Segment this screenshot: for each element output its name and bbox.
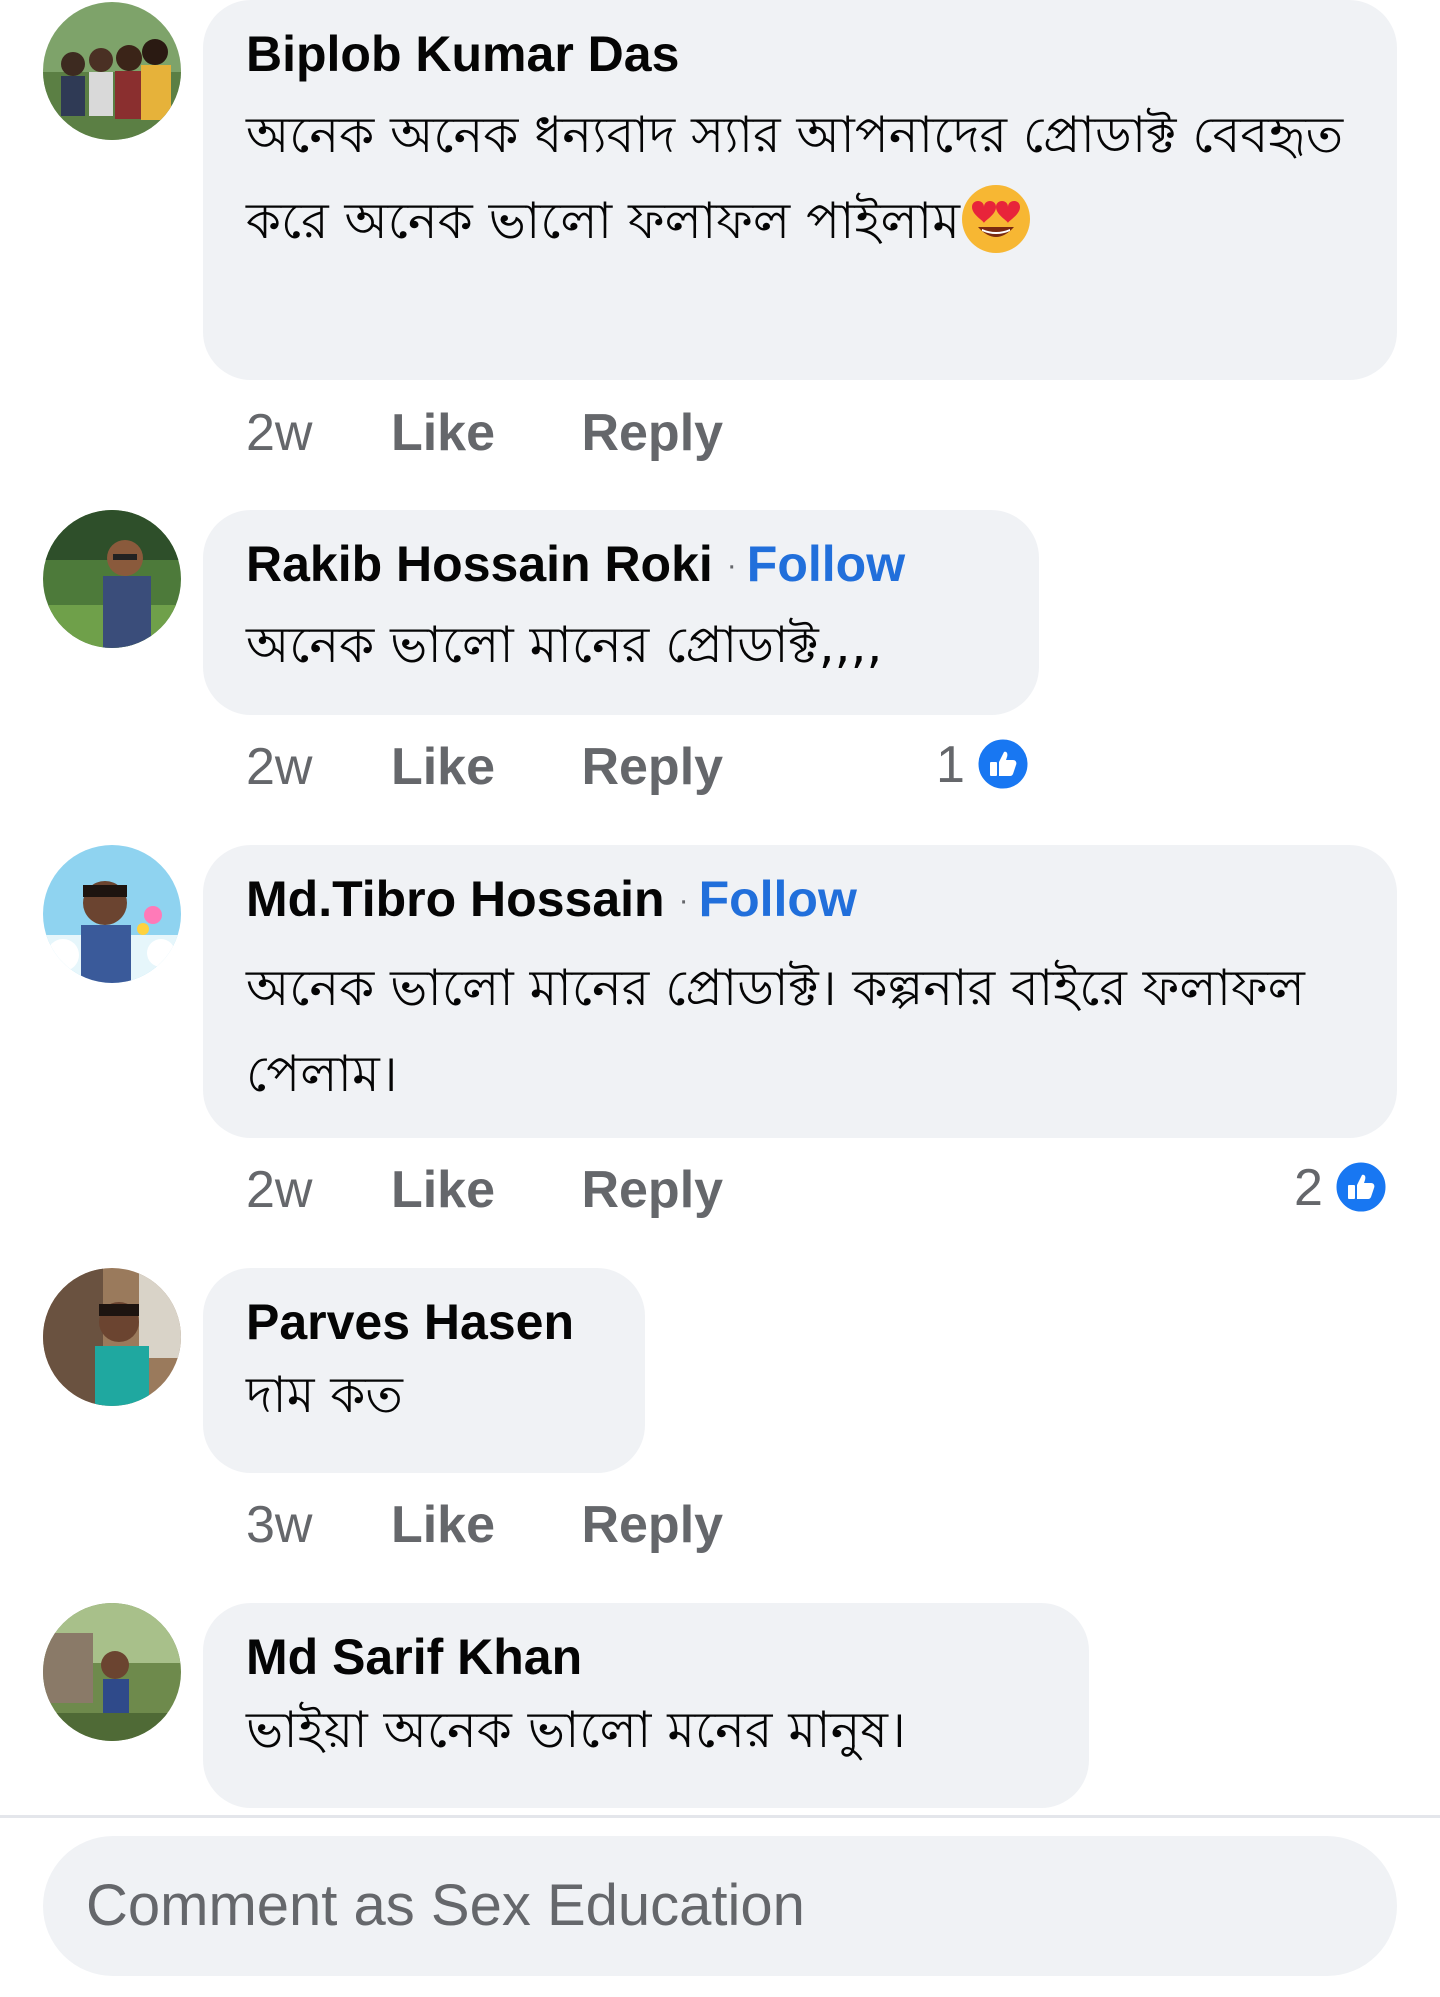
like-button[interactable]: Like [391, 738, 495, 796]
author-line: Rakib Hossain Roki · Follow [246, 532, 997, 604]
comment-text-body: অনেক ভালো মানের প্রোডাক্ট। কল্পনার বাইরে… [246, 959, 1305, 1103]
comment-text: অনেক ভালো মানের প্রোডাক্ট,,,, [246, 610, 997, 680]
comment-text: অনেক ভালো মানের প্রোডাক্ট। কল্পনার বাইরে… [246, 945, 1355, 1117]
timestamp[interactable]: 2w [246, 404, 312, 462]
comment-text: ভাইয়া অনেক ভালো মনের মানুষ। [246, 1695, 1047, 1765]
reply-button[interactable]: Reply [581, 738, 723, 796]
like-button[interactable]: Like [391, 404, 495, 462]
comment-bubble: Biplob Kumar Das অনেক অনেক ধন্যবাদ স্যার… [203, 0, 1397, 380]
like-reaction-icon [1333, 1159, 1389, 1215]
composer-divider [0, 1815, 1440, 1818]
avatar[interactable] [43, 1603, 181, 1741]
author-name[interactable]: Rakib Hossain Roki [246, 536, 713, 592]
reaction-summary[interactable]: 1 [936, 730, 1031, 800]
comment-actions: 2w Like Reply [246, 1155, 723, 1225]
author-name[interactable]: Biplob Kumar Das [246, 26, 679, 82]
author-name[interactable]: Md.Tibro Hossain [246, 871, 665, 927]
reaction-count: 2 [1294, 1159, 1323, 1217]
follow-button[interactable]: Follow [747, 536, 905, 592]
reaction-count: 1 [936, 736, 965, 794]
reaction-summary[interactable]: 2 [1294, 1153, 1389, 1223]
comment-text: দাম কত [246, 1360, 603, 1430]
author-line: Md Sarif Khan [246, 1625, 1047, 1689]
comment-bubble: Md Sarif Khan ভাইয়া অনেক ভালো মনের মানু… [203, 1603, 1089, 1808]
reply-button[interactable]: Reply [581, 1496, 723, 1554]
reply-button[interactable]: Reply [581, 404, 723, 462]
comment-bubble: Rakib Hossain Roki · Follow অনেক ভালো মানে… [203, 510, 1039, 715]
comment-text: অনেক অনেক ধন্যবাদ স্যার আপনাদের প্রোডাক্… [246, 92, 1355, 264]
comment-bubble: Md.Tibro Hossain · Follow অনেক ভালো মানের … [203, 845, 1397, 1138]
timestamp[interactable]: 2w [246, 1161, 312, 1219]
separator-dot: · [678, 884, 689, 917]
author-line: Md.Tibro Hossain · Follow [246, 867, 1355, 939]
heart-eyes-emoji-icon [960, 183, 1032, 255]
author-name[interactable]: Parves Hasen [246, 1294, 574, 1350]
separator-dot: · [726, 549, 737, 582]
like-button[interactable]: Like [391, 1161, 495, 1219]
comment-bubble: Parves Hasen দাম কত [203, 1268, 645, 1473]
reply-button[interactable]: Reply [581, 1161, 723, 1219]
avatar[interactable] [43, 510, 181, 648]
follow-button[interactable]: Follow [699, 871, 857, 927]
comment-text-body: অনেক অনেক ধন্যবাদ স্যার আপনাদের প্রোডাক্… [246, 106, 1344, 250]
comment-text-body: ভাইয়া অনেক ভালো মনের মানুষ। [246, 1701, 906, 1759]
like-reaction-icon [975, 736, 1031, 792]
avatar[interactable] [43, 1268, 181, 1406]
comment-actions: 2w Like Reply [246, 732, 723, 802]
comment-actions: 3w Like Reply [246, 1490, 723, 1560]
comment-input[interactable] [43, 1836, 1397, 1976]
timestamp[interactable]: 2w [246, 738, 312, 796]
comment-text-body: দাম কত [246, 1366, 403, 1424]
author-name[interactable]: Md Sarif Khan [246, 1629, 582, 1685]
like-button[interactable]: Like [391, 1496, 495, 1554]
avatar[interactable] [43, 2, 181, 140]
avatar[interactable] [43, 845, 181, 983]
comment-actions: 2w Like Reply [246, 398, 723, 468]
comment-text-body: অনেক ভালো মানের প্রোডাক্ট,,,, [246, 616, 883, 674]
author-line: Parves Hasen [246, 1290, 603, 1354]
timestamp[interactable]: 3w [246, 1496, 312, 1554]
author-line: Biplob Kumar Das [246, 22, 1355, 86]
